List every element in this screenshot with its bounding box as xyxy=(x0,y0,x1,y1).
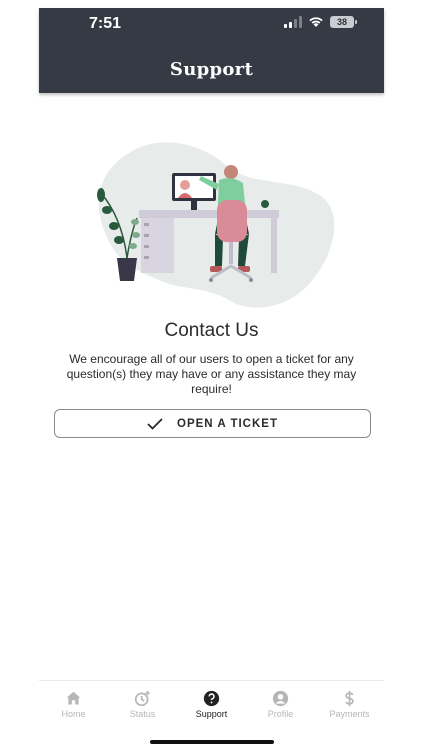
signal-icon xyxy=(284,16,302,28)
app-screen: 7:51 38 Support Contact Us We encourage … xyxy=(39,8,384,743)
clock-plus-icon xyxy=(134,690,150,707)
checkmark-icon xyxy=(147,417,163,430)
status-time: 7:51 xyxy=(89,15,122,32)
dollar-icon xyxy=(345,690,354,707)
tab-label-profile: Profile xyxy=(267,709,294,719)
tab-label-support: Support xyxy=(195,709,228,719)
app-header: 7:51 38 Support xyxy=(39,8,384,93)
home-icon xyxy=(66,691,81,705)
battery-icon: 38 xyxy=(330,16,357,28)
tab-label-payments: Payments xyxy=(329,709,370,719)
tab-status[interactable]: Status xyxy=(108,681,177,728)
home-indicator xyxy=(150,740,274,744)
contact-description: We encourage all of our users to open a … xyxy=(66,352,357,396)
tab-label-home: Home xyxy=(61,709,86,719)
open-ticket-label: OPEN A TICKET xyxy=(177,417,278,430)
support-illustration xyxy=(97,142,334,308)
help-circle-icon xyxy=(203,690,220,707)
wifi-icon xyxy=(309,17,323,27)
tab-payments[interactable]: Payments xyxy=(315,681,384,728)
tab-label-status: Status xyxy=(129,709,156,719)
tab-home[interactable]: Home xyxy=(39,681,108,728)
page-title: Support xyxy=(169,59,254,80)
contact-title: Contact Us xyxy=(164,320,259,341)
bottom-tab-bar: Home Status Support Profile Payments xyxy=(39,680,384,728)
status-indicators: 38 xyxy=(284,16,357,28)
tab-support[interactable]: Support xyxy=(177,681,246,728)
tab-profile[interactable]: Profile xyxy=(246,681,315,728)
open-ticket-button[interactable]: OPEN A TICKET xyxy=(54,409,371,438)
user-circle-icon xyxy=(272,690,289,707)
